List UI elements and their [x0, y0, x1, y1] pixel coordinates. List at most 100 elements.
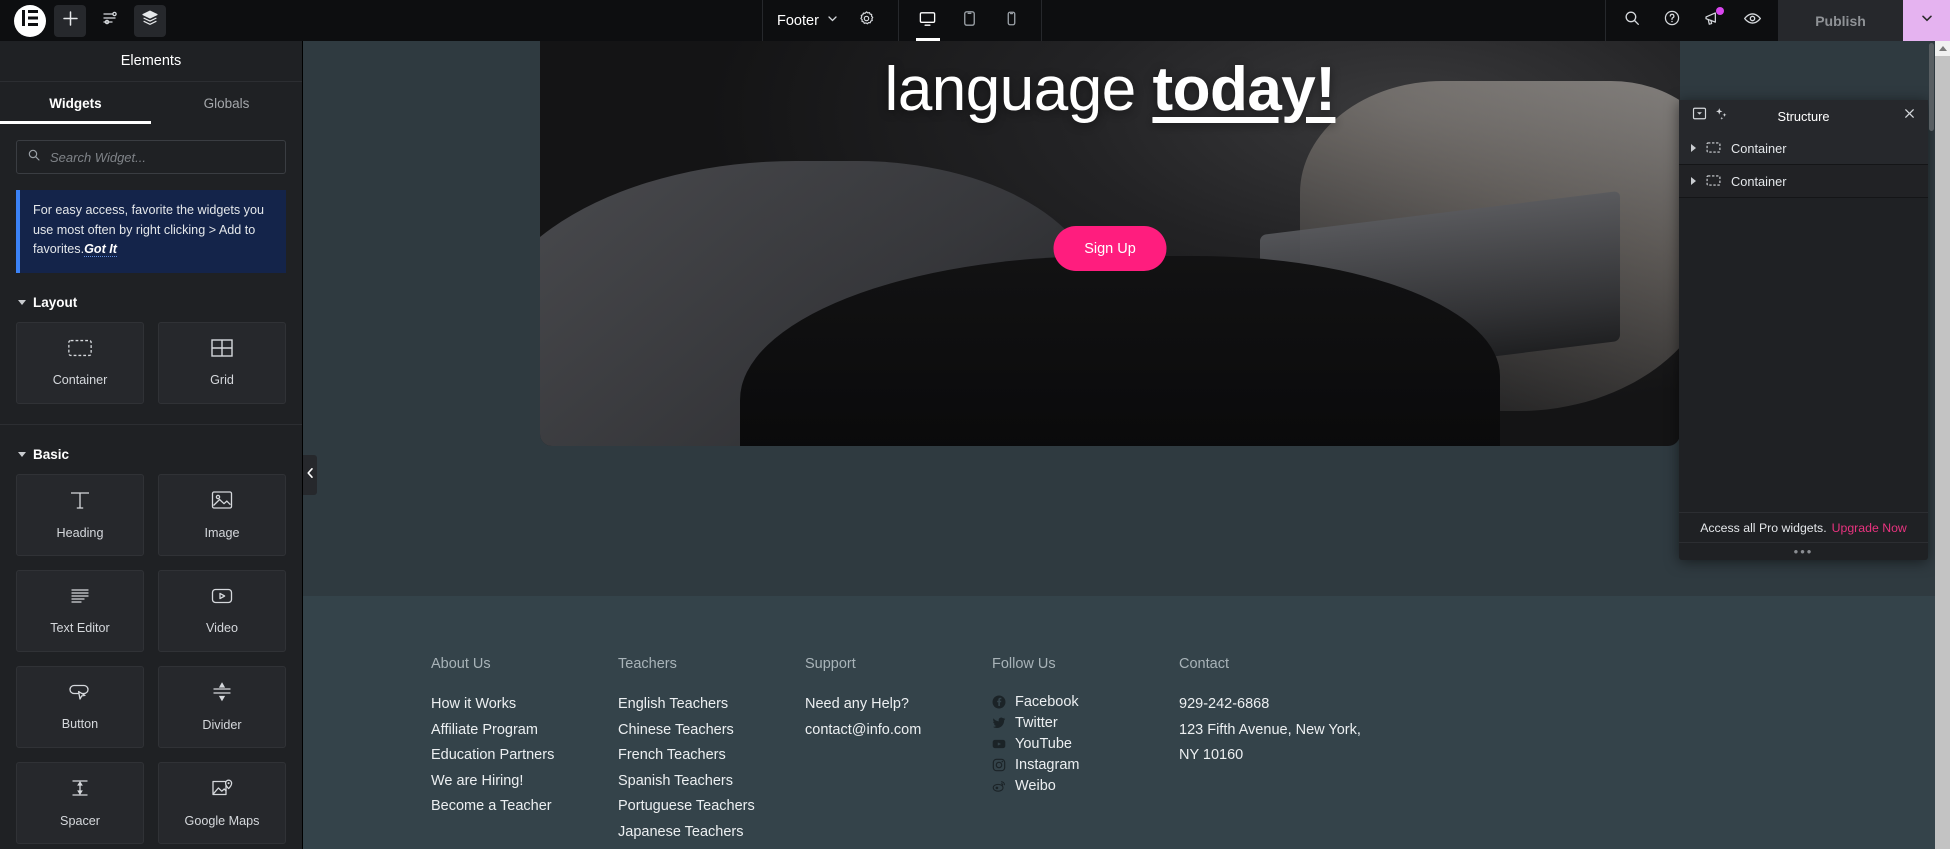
social-link-instagram[interactable]: Instagram [992, 757, 1179, 773]
gear-icon [858, 10, 875, 32]
widget-heading[interactable]: Heading [16, 473, 144, 556]
plus-icon [62, 10, 79, 32]
widget-grid[interactable]: Grid [158, 321, 286, 404]
footer-link[interactable]: French Teachers [618, 745, 805, 766]
footer-link[interactable]: Need any Help? [805, 694, 992, 715]
footer-link[interactable]: How it Works [431, 694, 618, 715]
close-structure-button[interactable] [1899, 106, 1919, 126]
section-label: Layout [33, 294, 78, 310]
widget-image[interactable]: Image [158, 473, 286, 556]
canvas-scrollbar-thumb[interactable] [1929, 43, 1934, 131]
widget-google-maps[interactable]: Google Maps [158, 761, 286, 844]
caret-right-icon[interactable] [1691, 144, 1696, 152]
got-it-button[interactable]: Got It [84, 242, 117, 258]
search-button[interactable] [1612, 0, 1652, 41]
footer-link[interactable]: Spanish Teachers [618, 771, 805, 792]
footer-link[interactable]: Affiliate Program [431, 720, 618, 741]
widget-label: Google Maps [184, 814, 260, 829]
structure-row-container-2[interactable]: Container [1679, 165, 1928, 198]
document-name: Footer [777, 12, 819, 29]
container-icon [1706, 174, 1721, 189]
document-settings-button[interactable] [854, 8, 880, 34]
panel-body: For easy access, favorite the widgets yo… [0, 124, 302, 844]
resize-grip[interactable]: ••• [1679, 542, 1928, 560]
panel-tabs: Widgets Globals [0, 82, 302, 124]
device-desktop-button[interactable] [907, 0, 949, 41]
video-play-icon [210, 586, 234, 611]
social-label: YouTube [1015, 736, 1072, 752]
panel-title: Elements [0, 41, 302, 82]
contact-phone: 929-242-6868 [1179, 696, 1270, 712]
publish-options-button[interactable] [1903, 0, 1950, 41]
social-link-twitter[interactable]: Twitter [992, 715, 1179, 731]
footer-link[interactable]: Japanese Teachers [618, 822, 805, 843]
elementor-logo-button[interactable] [14, 4, 46, 37]
hero-heading[interactable]: language today! [540, 57, 1680, 122]
social-link-weibo[interactable]: Weibo [992, 778, 1179, 794]
widget-spacer[interactable]: Spacer [16, 761, 144, 844]
widget-label: Divider [202, 718, 242, 733]
social-label: Instagram [1015, 757, 1080, 773]
section-title-basic[interactable]: Basic [16, 425, 286, 474]
structure-row-container-1[interactable]: Container [1679, 132, 1928, 165]
structure-toggle-button[interactable] [134, 4, 166, 37]
add-element-button[interactable] [54, 4, 86, 37]
panel-collapse-button[interactable] [303, 455, 317, 495]
instagram-icon [992, 758, 1006, 772]
section-title-layout[interactable]: Layout [16, 273, 286, 322]
search-widget-box[interactable] [16, 140, 286, 174]
desktop-icon [918, 9, 937, 33]
widget-divider[interactable]: Divider [158, 665, 286, 748]
social-label: Weibo [1015, 778, 1056, 794]
footer-link[interactable]: Portuguese Teachers [618, 796, 805, 817]
dock-minimize-button[interactable] [1688, 105, 1710, 127]
footer-column-support: Support Need any Help? contact@info.com [805, 656, 992, 847]
widget-text-editor[interactable]: Text Editor [16, 569, 144, 652]
widget-container[interactable]: Container [16, 321, 144, 404]
hero-heading-bold: today! [1152, 55, 1336, 124]
footer-link[interactable]: Become a Teacher [431, 796, 618, 817]
caret-right-icon[interactable] [1691, 177, 1696, 185]
sign-up-button[interactable]: Sign Up [1053, 226, 1167, 271]
browser-scrollbar[interactable] [1935, 41, 1950, 849]
social-link-facebook[interactable]: Facebook [992, 694, 1179, 710]
help-button[interactable] [1652, 0, 1692, 41]
twitter-icon [992, 716, 1006, 730]
social-link-youtube[interactable]: YouTube [992, 736, 1179, 752]
search-widget-input[interactable] [50, 149, 275, 165]
close-icon [1903, 107, 1916, 125]
upgrade-now-link[interactable]: Upgrade Now [1832, 521, 1907, 535]
chevron-down-icon [826, 12, 839, 30]
question-circle-icon [1663, 9, 1681, 32]
ai-button[interactable] [1710, 105, 1732, 127]
hero-section[interactable]: language today! Sign Up [540, 41, 1680, 446]
device-mobile-button[interactable] [991, 0, 1033, 41]
publish-button[interactable]: Publish [1778, 0, 1903, 41]
widget-label: Heading [56, 526, 104, 541]
document-selector[interactable]: Footer [762, 0, 898, 41]
widget-button[interactable]: Button [16, 665, 144, 748]
scroll-up-button[interactable] [1935, 41, 1950, 56]
divider-icon [210, 681, 234, 708]
footer-link[interactable]: Education Partners [431, 745, 618, 766]
preview-changes-button[interactable] [1732, 0, 1772, 41]
widget-grid-basic: Heading Image Text Editor Video Button D… [16, 473, 286, 844]
footer-link[interactable]: Chinese Teachers [618, 720, 805, 741]
toolbar-left-group [0, 4, 166, 37]
favorites-notice: For easy access, favorite the widgets yo… [16, 190, 286, 273]
tab-widgets[interactable]: Widgets [0, 82, 151, 124]
site-settings-button[interactable] [94, 5, 126, 37]
widget-label: Video [206, 621, 238, 636]
widget-video[interactable]: Video [158, 569, 286, 652]
canvas-scrollbar[interactable] [1928, 41, 1935, 849]
widget-label: Container [52, 373, 108, 388]
elements-panel: Elements Widgets Globals For easy access… [0, 41, 303, 849]
device-tablet-button[interactable] [949, 0, 991, 41]
footer-link[interactable]: English Teachers [618, 694, 805, 715]
chevron-down-icon [1919, 10, 1935, 31]
structure-row-label: Container [1731, 140, 1787, 156]
tab-globals[interactable]: Globals [151, 82, 302, 124]
footer-link[interactable]: We are Hiring! [431, 771, 618, 792]
footer-link[interactable]: contact@info.com [805, 720, 992, 741]
whats-new-button[interactable] [1692, 0, 1732, 41]
